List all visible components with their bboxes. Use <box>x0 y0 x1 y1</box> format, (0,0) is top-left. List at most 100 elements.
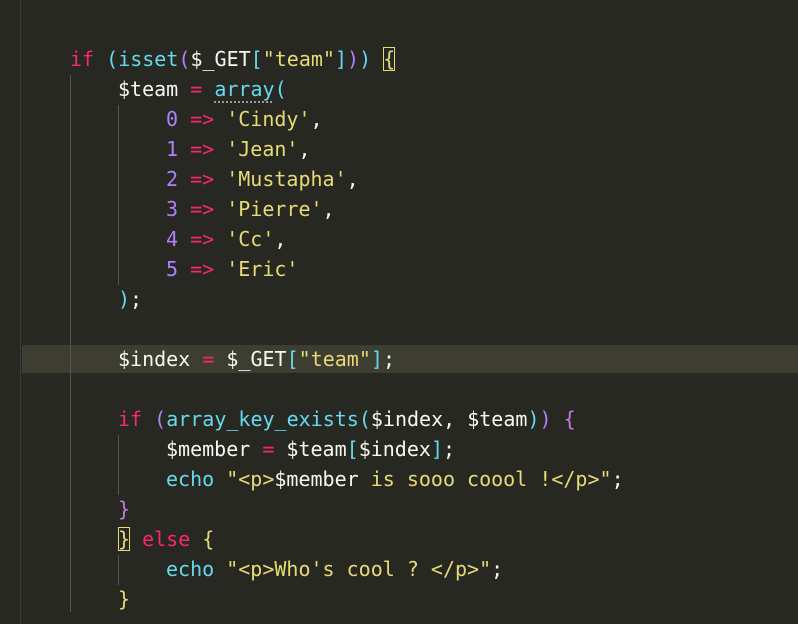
semicolon: ; <box>611 467 624 491</box>
string-literal: "team" <box>298 347 371 371</box>
if-keyword: if <box>118 407 143 431</box>
array-value: 'Eric' <box>226 257 299 281</box>
code-line-15[interactable]: echo "<p>$member is sooo coool !</p>"; <box>166 464 624 494</box>
echo-keyword: echo <box>166 557 215 581</box>
indent-guide-if-block <box>118 435 119 495</box>
paren: ( <box>178 47 191 71</box>
member-variable: $member <box>274 467 359 491</box>
code-line-17[interactable]: } else { <box>118 524 214 554</box>
arrow-operator: => <box>178 137 227 161</box>
comma: , <box>346 167 359 191</box>
array-value: 'Cc' <box>226 227 275 251</box>
bracket: [ <box>250 47 263 71</box>
code-line-7[interactable]: 4 => 'Cc', <box>166 224 286 254</box>
array-key: 5 <box>166 257 179 281</box>
assign-operator: = <box>178 77 215 101</box>
code-line-14[interactable]: $member = $team[$index]; <box>166 434 455 464</box>
code-line-18[interactable]: echo "<p>Who's cool ? </p>"; <box>166 554 503 584</box>
paren: ( <box>274 77 287 101</box>
code-line-8[interactable]: 5 => 'Eric' <box>166 254 298 284</box>
comma: , <box>322 197 335 221</box>
else-keyword: else <box>130 527 203 551</box>
paren: ) <box>118 287 131 311</box>
bracket: ] <box>370 347 383 371</box>
paren: ) <box>527 407 540 431</box>
bracket: [ <box>286 347 299 371</box>
bracket: ] <box>334 47 348 71</box>
bracket: ] <box>430 437 443 461</box>
code-line-9[interactable]: ); <box>118 284 142 314</box>
editor-gutter-border <box>20 0 21 624</box>
get-variable: $_GET <box>226 347 287 371</box>
string-literal: "team" <box>262 47 335 71</box>
brace: } <box>118 497 131 521</box>
member-variable: $member <box>166 437 251 461</box>
arrow-operator: => <box>178 107 227 131</box>
arrow-operator: => <box>178 167 227 191</box>
code-line-4[interactable]: 1 => 'Jean', <box>166 134 311 164</box>
function-arguments: $index, $team <box>370 407 528 431</box>
semicolon: ; <box>491 557 504 581</box>
array-value: 'Mustapha' <box>226 167 347 191</box>
string-literal: "<p>Who's cool ? </p>" <box>226 557 492 581</box>
comma: , <box>310 107 323 131</box>
matched-brace: } <box>118 527 131 551</box>
comma: , <box>274 227 287 251</box>
brace: } <box>118 587 131 611</box>
code-line-16[interactable]: } <box>118 494 130 524</box>
paren: ) <box>539 407 552 431</box>
string-literal: "<p> <box>226 467 275 491</box>
code-line-5[interactable]: 2 => 'Mustapha', <box>166 164 359 194</box>
assign-operator: = <box>250 437 287 461</box>
paren: ( <box>358 407 371 431</box>
array-key: 1 <box>166 137 179 161</box>
array-key: 4 <box>166 227 179 251</box>
arrow-operator: => <box>178 257 227 281</box>
brace: { <box>202 527 215 551</box>
array-value: 'Pierre' <box>226 197 323 221</box>
matched-brace: { <box>383 47 396 71</box>
if-keyword: if <box>70 47 95 71</box>
code-line-2[interactable]: $team = array( <box>118 74 287 104</box>
brace: { <box>563 407 576 431</box>
paren: ) <box>347 47 360 71</box>
bracket: [ <box>346 437 359 461</box>
array-value: 'Jean' <box>226 137 299 161</box>
code-line-11[interactable]: $index = $_GET["team"]; <box>118 344 395 374</box>
indent-guide-array <box>118 105 119 285</box>
array-value: 'Cindy' <box>226 107 311 131</box>
indent-guide-else-block <box>118 555 119 585</box>
array-function: array <box>214 77 275 101</box>
code-line-19[interactable]: } <box>118 584 130 614</box>
code-line-6[interactable]: 3 => 'Pierre', <box>166 194 335 224</box>
paren: ) <box>359 47 372 71</box>
team-variable: $team <box>286 437 347 461</box>
get-variable: $_GET <box>190 47 251 71</box>
semicolon: ; <box>382 347 395 371</box>
array-key: 0 <box>166 107 179 131</box>
arrow-operator: => <box>178 197 227 221</box>
index-variable: $index <box>358 437 431 461</box>
array-key: 3 <box>166 197 179 221</box>
arrow-operator: => <box>178 227 227 251</box>
array-key: 2 <box>166 167 179 191</box>
isset-function: isset <box>118 47 179 71</box>
code-line-3[interactable]: 0 => 'Cindy', <box>166 104 323 134</box>
index-variable: $index <box>118 347 191 371</box>
code-line-1[interactable]: if (isset($_GET["team"])) { <box>70 44 396 74</box>
array-key-exists-function: array_key_exists <box>166 407 359 431</box>
paren: ( <box>142 407 167 431</box>
indent-guide-level-1 <box>70 75 71 612</box>
code-line-13[interactable]: if (array_key_exists($index, $team)) { <box>118 404 576 434</box>
string-literal: is sooo coool !</p>" <box>358 467 612 491</box>
semicolon: ; <box>130 287 143 311</box>
comma: , <box>298 137 311 161</box>
semicolon: ; <box>442 437 456 461</box>
assign-operator: = <box>190 347 227 371</box>
code-editor[interactable]: if (isset($_GET["team"])) { $team = arra… <box>0 0 798 624</box>
paren: ( <box>94 47 119 71</box>
team-variable: $team <box>118 77 179 101</box>
